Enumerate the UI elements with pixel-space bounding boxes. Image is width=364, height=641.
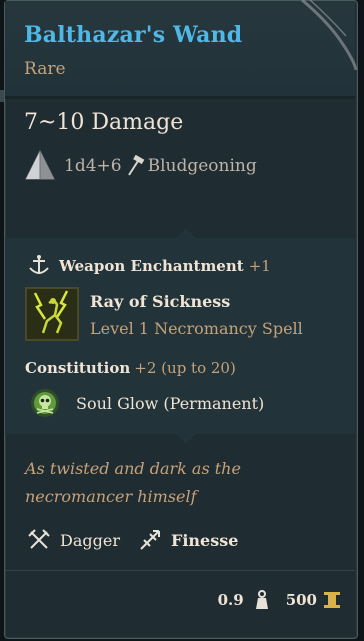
item-name: Balthazar's Wand	[24, 22, 243, 48]
damage-type: Bludgeoning	[147, 156, 257, 176]
damage-dice-row: 1d4+6 Bludgeoning	[24, 148, 257, 184]
damage-range: 7~10 Damage	[24, 110, 184, 135]
damage-dice: 1d4+6	[64, 156, 122, 176]
bludgeoning-icon	[127, 155, 144, 176]
wand-decoration-icon	[301, 0, 358, 70]
property-finesse: Finesse	[170, 530, 239, 550]
ray-of-sickness-icon[interactable]	[25, 287, 79, 341]
frame-edge	[0, 90, 4, 102]
d4-dice-icon	[25, 149, 55, 180]
spell-level: Level 1 Necromancy Spell	[90, 319, 303, 338]
soul-glow-label: Soul Glow (Permanent)	[76, 393, 265, 413]
enchantment-label: Weapon Enchantment	[59, 257, 244, 275]
enchantment-bonus: +1	[248, 257, 271, 275]
item-value: 500	[285, 591, 317, 609]
flavor-text: As twisted and dark as the necromancer h…	[25, 459, 241, 506]
spell-name: Ray of Sickness	[90, 292, 231, 311]
constitution-bonus: +2 (up to 20)	[134, 359, 236, 377]
header-divider	[5, 96, 355, 99]
footer-divider	[5, 570, 355, 571]
soul-glow-skull-icon[interactable]	[30, 388, 60, 418]
crossed-daggers-icon	[28, 529, 50, 549]
finesse-icon	[140, 530, 160, 550]
property-dagger: Dagger	[60, 530, 120, 550]
enchantment-anvil-icon	[29, 255, 49, 274]
gold-coin-icon	[324, 592, 340, 608]
item-footer: 0.9 500	[218, 589, 342, 611]
section-notch-top	[176, 228, 196, 238]
item-rarity: Rare	[24, 59, 66, 79]
soul-glow-row: Soul Glow (Permanent)	[30, 388, 264, 418]
section-notch-bottom	[176, 434, 196, 444]
constitution-label: Constitution	[25, 359, 131, 377]
constitution-row: Constitution +2 (up to 20)	[25, 358, 236, 377]
weight-icon	[255, 590, 268, 609]
weapon-properties-row: Dagger Finesse	[27, 528, 256, 552]
item-weight: 0.9	[217, 591, 244, 609]
weapon-enchantment-row: Weapon Enchantment +1	[27, 254, 271, 278]
